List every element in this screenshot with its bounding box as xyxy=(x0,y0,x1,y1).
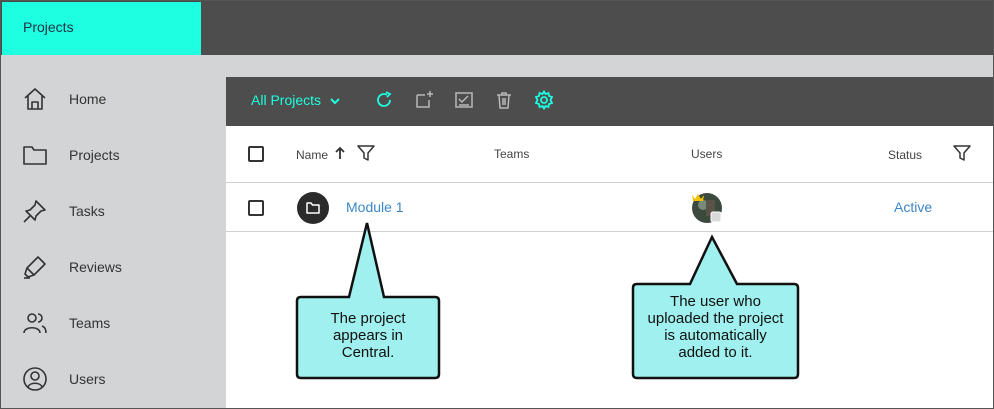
trash-icon[interactable] xyxy=(494,90,514,110)
people-icon xyxy=(22,310,48,336)
sidebar-item-label: Projects xyxy=(69,147,120,163)
filter-label: All Projects xyxy=(251,92,322,108)
top-bar: Projects xyxy=(1,1,993,55)
table-header: Name Teams Users Status xyxy=(226,126,993,183)
filter-icon[interactable] xyxy=(357,144,375,165)
sidebar-item-label: Users xyxy=(69,371,106,387)
highlighter-icon xyxy=(22,254,48,280)
callout-line: is automatically xyxy=(664,327,767,344)
chevron-down-icon xyxy=(329,94,341,106)
refresh-icon[interactable] xyxy=(374,90,394,110)
users-column-header: Users xyxy=(691,147,723,161)
add-project-icon[interactable] xyxy=(414,90,434,110)
sidebar-item-label: Reviews xyxy=(69,259,122,275)
status-value: Active xyxy=(894,199,933,215)
user-circle-icon xyxy=(22,366,48,392)
callout-line: added to it. xyxy=(678,344,753,361)
toolbar: All Projects xyxy=(226,77,993,126)
folder-icon xyxy=(22,142,48,168)
sidebar-item-label: Tasks xyxy=(69,203,105,219)
callout-line: uploaded the project xyxy=(647,310,784,327)
pin-icon xyxy=(22,198,48,224)
project-filter-dropdown[interactable]: All Projects xyxy=(251,92,341,108)
tab-projects-label: Projects xyxy=(23,19,74,35)
user-callout-text: The user who uploaded the project is aut… xyxy=(633,293,798,361)
sidebar-item-tasks[interactable]: Tasks xyxy=(1,191,226,231)
sidebar-item-home[interactable]: Home xyxy=(1,79,226,119)
callout-line: appears in xyxy=(332,327,404,344)
sidebar-item-projects[interactable]: Projects xyxy=(1,135,226,175)
avatar[interactable] xyxy=(691,192,723,224)
status-column-header: Status xyxy=(888,148,923,162)
teams-column-header: Teams xyxy=(494,147,530,161)
sidebar-item-reviews[interactable]: Reviews xyxy=(1,247,226,287)
status-filter-icon[interactable] xyxy=(953,144,971,165)
table-row[interactable]: Module 1 Active xyxy=(226,183,993,232)
home-icon xyxy=(22,86,48,112)
sidebar-item-label: Teams xyxy=(69,315,111,331)
project-folder-icon xyxy=(297,192,329,224)
callout-line: The project xyxy=(330,310,406,327)
project-callout-text: The project appears in Central. xyxy=(297,310,439,361)
sort-ascending-icon[interactable] xyxy=(334,146,346,163)
sidebar-item-label: Home xyxy=(69,91,107,107)
row-checkbox[interactable] xyxy=(248,200,264,216)
app-frame: Projects Home Projects Tasks Reviews Tea… xyxy=(0,0,994,409)
sidebar: Home Projects Tasks Reviews Teams Users xyxy=(1,55,226,408)
sidebar-item-teams[interactable]: Teams xyxy=(1,303,226,343)
callout-line: Central. xyxy=(341,344,395,361)
gear-icon[interactable] xyxy=(534,89,554,111)
callout-line: The user who xyxy=(670,293,761,310)
checklist-icon[interactable] xyxy=(454,90,474,110)
name-column-header[interactable]: Name xyxy=(296,148,328,162)
tab-projects[interactable]: Projects xyxy=(2,2,201,55)
sidebar-item-users[interactable]: Users xyxy=(1,359,226,399)
project-name-link[interactable]: Module 1 xyxy=(346,199,404,215)
select-all-checkbox[interactable] xyxy=(248,146,264,162)
